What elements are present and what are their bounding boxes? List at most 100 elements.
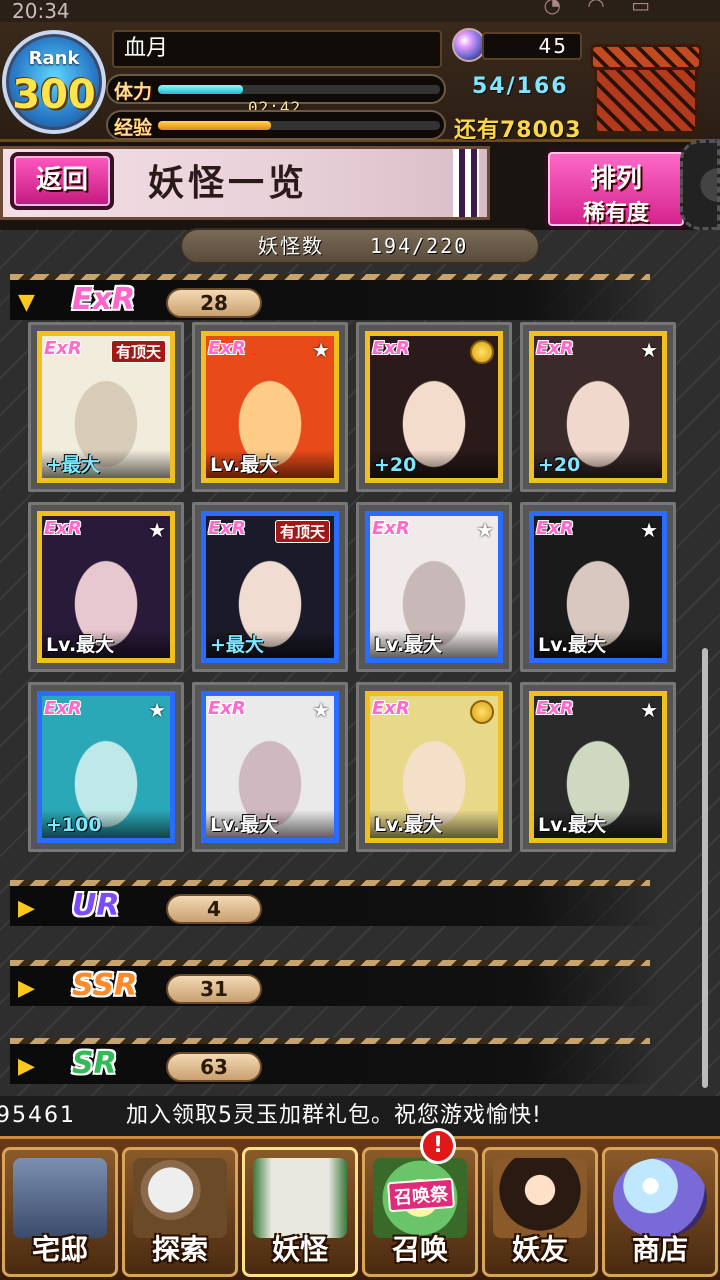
nav-friends-label: 妖友	[511, 1233, 568, 1266]
yokai-portrait: ExR ★ +100	[37, 691, 175, 843]
yokai-portrait: ExR ★ Lv.最大	[201, 331, 339, 483]
yokai-card[interactable]: ExR ★ Lv.最大	[28, 502, 184, 672]
yokai-card[interactable]: ExR +20	[356, 322, 512, 492]
yokai-card[interactable]: ExR ★ Lv.最大	[192, 682, 348, 852]
rank-badge[interactable]: Rank 300	[2, 30, 106, 134]
summon-alert-badge: !	[420, 1128, 456, 1164]
yokai-card[interactable]: ExR 有顶天 +最大	[28, 322, 184, 492]
star-icon: ★	[312, 338, 330, 362]
card-level: Lv.最大	[534, 810, 662, 838]
status-time: 20:34	[12, 0, 70, 22]
exp-label: 经验	[114, 117, 153, 139]
star-icon: ★	[476, 518, 494, 542]
nav-yokai[interactable]: 妖怪	[242, 1147, 358, 1277]
section-ur[interactable]: ▶ UR 4	[10, 880, 660, 926]
expand-right-icon: ▶	[18, 976, 35, 1001]
ticker-prefix: 95461	[0, 1103, 76, 1128]
magnifier-icon	[133, 1158, 227, 1238]
star-icon: ★	[640, 338, 658, 362]
nav-shop-label: 商店	[631, 1233, 688, 1266]
spirit-orb-icon	[452, 28, 486, 62]
player-name: 血月	[112, 30, 442, 68]
yokai-portrait: ExR +20	[365, 331, 503, 483]
medal-icon	[470, 700, 494, 724]
gold-value: 还有78003	[454, 118, 582, 143]
rarity-label: ExR	[72, 282, 135, 317]
yokai-portrait: ExR 有顶天 +最大	[201, 511, 339, 663]
section-sr[interactable]: ▶ SR 63	[10, 1038, 660, 1084]
card-level: Lv.最大	[370, 810, 498, 838]
yokai-portrait: ExR ★ Lv.最大	[529, 691, 667, 843]
sort-label: 排列	[589, 164, 642, 194]
expand-right-icon: ▶	[18, 896, 35, 921]
section-ssr[interactable]: ▶ SSR 31	[10, 960, 660, 1006]
summon-festival-tag: 召唤祭	[387, 1177, 455, 1213]
nav-friends[interactable]: 妖友	[482, 1147, 598, 1277]
sort-button[interactable]: 排列 稀有度	[544, 148, 688, 230]
section-exr[interactable]: ▼ ExR 28	[10, 274, 660, 320]
nav-home[interactable]: 宅邸	[2, 1147, 118, 1277]
medal-icon	[470, 340, 494, 364]
card-rarity-tag: ExR	[372, 518, 410, 539]
nav-shop[interactable]: 商店	[602, 1147, 718, 1277]
star-icon: ★	[312, 698, 330, 722]
card-badge: 有顶天	[110, 340, 166, 363]
yokai-card[interactable]: ExR ★ Lv.最大	[192, 322, 348, 492]
card-rarity-tag: ExR	[372, 338, 410, 359]
card-rarity-tag: ExR	[44, 338, 82, 359]
scrollbar[interactable]	[702, 648, 708, 1088]
rarity-label: SSR	[72, 968, 138, 1003]
nav-yokai-label: 妖怪	[271, 1233, 328, 1266]
rarity-label: SR	[72, 1046, 117, 1081]
card-level: Lv.最大	[42, 630, 170, 658]
card-level: Lv.最大	[534, 630, 662, 658]
gear-icon	[680, 140, 720, 230]
treasure-chest-icon[interactable]	[588, 38, 708, 138]
back-button[interactable]: 返回	[10, 152, 114, 210]
yokai-card[interactable]: ExR Lv.最大	[356, 682, 512, 852]
card-rarity-tag: ExR	[536, 518, 574, 539]
yokai-portrait: ExR ★ Lv.最大	[365, 511, 503, 663]
yokai-count-label: 妖怪数	[258, 234, 324, 258]
status-icons: ◔ ◠ ▭	[543, 0, 660, 17]
card-level: +20	[534, 450, 662, 478]
card-level: +最大	[206, 630, 334, 658]
yokai-portrait: ExR Lv.最大	[365, 691, 503, 843]
card-level: Lv.最大	[370, 630, 498, 658]
exp-fill	[158, 121, 271, 130]
yokai-card[interactable]: ExR 有顶天 +最大	[192, 502, 348, 672]
card-rarity-tag: ExR	[44, 698, 82, 719]
yokai-card[interactable]: ExR ★ +100	[28, 682, 184, 852]
rank-label: Rank	[28, 48, 80, 69]
yokai-portrait: ExR ★ +20	[529, 331, 667, 483]
yokai-card[interactable]: ExR ★ Lv.最大	[520, 682, 676, 852]
nav-explore[interactable]: 探索	[122, 1147, 238, 1277]
stamina-fill	[158, 85, 243, 94]
stamina-track	[158, 85, 440, 94]
yokai-count: 妖怪数 194/220	[180, 228, 540, 264]
ticker-message: 加入领取5灵玉加群礼包。祝您游戏愉快!	[126, 1103, 542, 1128]
nav-summon-label: 召唤	[391, 1233, 448, 1266]
star-icon: ★	[640, 698, 658, 722]
exp-bar: 经验	[106, 110, 446, 140]
nav-summon[interactable]: 召唤	[362, 1147, 478, 1277]
player-header: Rank 300 血月 体力 02:42 经验 45 54/166 还有7800…	[0, 22, 720, 143]
bottom-nav: 宅邸 探索 妖怪 召唤 妖友 商店	[0, 1136, 720, 1280]
yokai-card[interactable]: ExR ★ Lv.最大	[520, 502, 676, 672]
card-rarity-tag: ExR	[208, 518, 246, 539]
star-icon: ★	[640, 518, 658, 542]
yokai-card[interactable]: ExR ★ +20	[520, 322, 676, 492]
card-level: Lv.最大	[206, 810, 334, 838]
card-rarity-tag: ExR	[536, 338, 574, 359]
stamina-label: 体力	[114, 81, 153, 103]
rarity-count: 31	[166, 974, 262, 1004]
card-rarity-tag: ExR	[536, 698, 574, 719]
star-icon: ★	[148, 518, 166, 542]
yokai-card[interactable]: ExR ★ Lv.最大	[356, 502, 512, 672]
card-rarity-tag: ExR	[372, 698, 410, 719]
crystal-orb-icon	[613, 1158, 707, 1238]
card-rarity-tag: ExR	[208, 698, 246, 719]
scroll-icon	[253, 1158, 347, 1238]
mansion-icon	[13, 1158, 107, 1238]
rarity-count: 63	[166, 1052, 262, 1082]
